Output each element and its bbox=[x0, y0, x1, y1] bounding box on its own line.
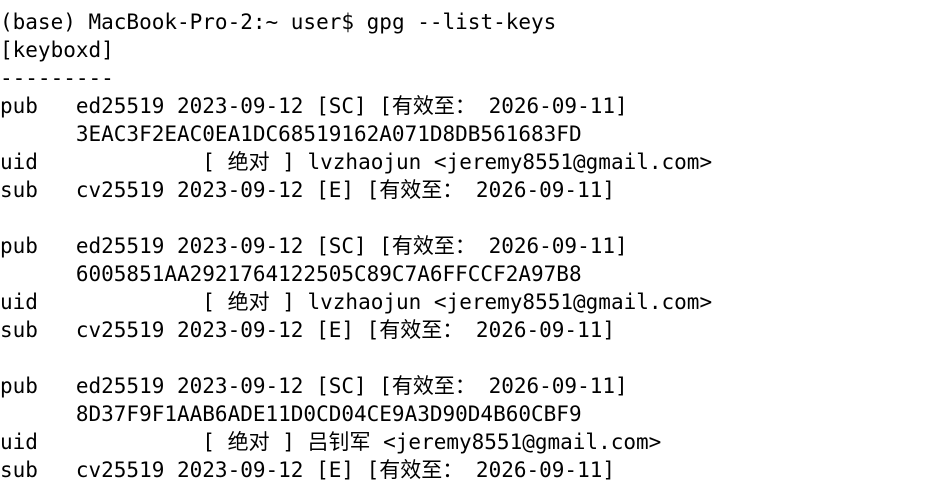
shell-prompt: (base) MacBook-Pro-2:~ user$ bbox=[0, 10, 367, 34]
key-1-sub-line: sub cv25519 2023-09-12 [E] [有效至： 2026-09… bbox=[0, 178, 616, 202]
key-2-fingerprint-line: 6005851AA2921764122505C89C7A6FFCCF2A97B8 bbox=[0, 262, 582, 286]
key-2-sub-line: sub cv25519 2023-09-12 [E] [有效至： 2026-09… bbox=[0, 318, 616, 342]
key-1-uid-line: uid [ 绝对 ] lvzhaojun <jeremy8551@gmail.c… bbox=[0, 150, 713, 174]
key-3-sub-line: sub cv25519 2023-09-12 [E] [有效至： 2026-09… bbox=[0, 458, 616, 482]
key-2-pub-line: pub ed25519 2023-09-12 [SC] [有效至： 2026-0… bbox=[0, 234, 628, 258]
terminal-window[interactable]: (base) MacBook-Pro-2:~ user$ gpg --list-… bbox=[0, 0, 930, 504]
key-1-pub-line: pub ed25519 2023-09-12 [SC] [有效至： 2026-0… bbox=[0, 94, 628, 118]
output-line-keybox-name: [keyboxd] bbox=[0, 38, 114, 62]
key-1-fingerprint-line: 3EAC3F2EAC0EA1DC68519162A071D8DB561683FD bbox=[0, 122, 582, 146]
prompt-line: (base) MacBook-Pro-2:~ user$ gpg --list-… bbox=[0, 8, 930, 36]
output-line-separator: --------- bbox=[0, 66, 114, 90]
key-3-fingerprint-line: 8D37F9F1AAB6ADE11D0CD04CE9A3D90D4B60CBF9 bbox=[0, 402, 582, 426]
key-2-uid-line: uid [ 绝对 ] lvzhaojun <jeremy8551@gmail.c… bbox=[0, 290, 713, 314]
key-3-pub-line: pub ed25519 2023-09-12 [SC] [有效至： 2026-0… bbox=[0, 374, 628, 398]
key-3-uid-line: uid [ 绝对 ] 吕钊军 <jeremy8551@gmail.com> bbox=[0, 430, 662, 454]
command-text: gpg --list-keys bbox=[366, 10, 557, 34]
